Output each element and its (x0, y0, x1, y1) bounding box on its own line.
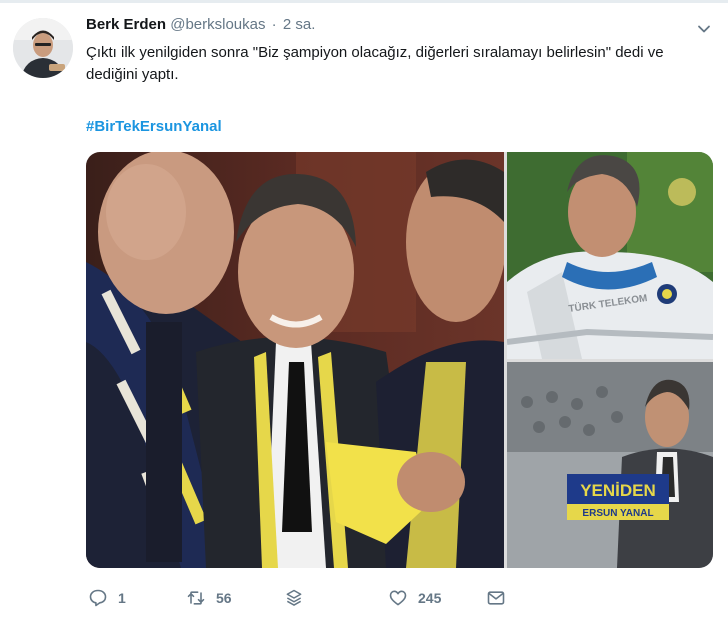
photo-main[interactable] (86, 152, 504, 568)
envelope-icon (487, 591, 505, 605)
direct-message-button[interactable] (486, 586, 506, 610)
like-count: 245 (418, 590, 442, 606)
photo-bottom-right[interactable]: YENİDEN ERSUN YANAL (507, 362, 713, 568)
overlay-line2: ERSUN YANAL (582, 508, 653, 519)
photo-top-right-image: TÜRK TELEKOM (507, 152, 713, 359)
reply-count: 1 (118, 590, 126, 606)
retweet-count: 56 (216, 590, 232, 606)
tweet: Berk Erden @berksloukas · 2 sa. Çıktı il… (0, 0, 728, 620)
author-name[interactable]: Berk Erden (86, 16, 166, 33)
tweet-actions: 1 56 245 (86, 586, 706, 610)
tweet-text: Çıktı ilk yenilgiden sonra "Biz şampiyon… (86, 44, 664, 83)
hashtag-link[interactable]: #BirTekErsunYanal (86, 118, 222, 135)
chevron-down-icon[interactable] (697, 22, 711, 36)
tweet-header: Berk Erden @berksloukas · 2 sa. (86, 16, 315, 38)
photo-top-right[interactable]: TÜRK TELEKOM (507, 152, 713, 359)
overlay-line1: YENİDEN (580, 481, 656, 500)
tweet-timestamp[interactable]: 2 sa. (283, 16, 316, 33)
divider (0, 0, 728, 3)
reply-icon (89, 589, 107, 607)
media-grid: TÜRK TELEKOM YENİDEN ERSUN YANAL (86, 152, 713, 568)
retweet-icon (187, 591, 205, 605)
heart-icon (389, 590, 407, 606)
like-button[interactable]: 245 (388, 586, 441, 610)
avatar-image (13, 18, 73, 78)
reply-button[interactable]: 1 (88, 586, 126, 610)
avatar[interactable] (13, 18, 73, 78)
author-handle[interactable]: @berksloukas (170, 16, 265, 33)
stack-icon (286, 589, 302, 606)
separator: · (271, 16, 277, 33)
photo-bottom-right-image: YENİDEN ERSUN YANAL (507, 362, 713, 568)
stack-button[interactable] (284, 586, 304, 610)
photo-main-image (86, 152, 504, 568)
retweet-button[interactable]: 56 (186, 586, 232, 610)
